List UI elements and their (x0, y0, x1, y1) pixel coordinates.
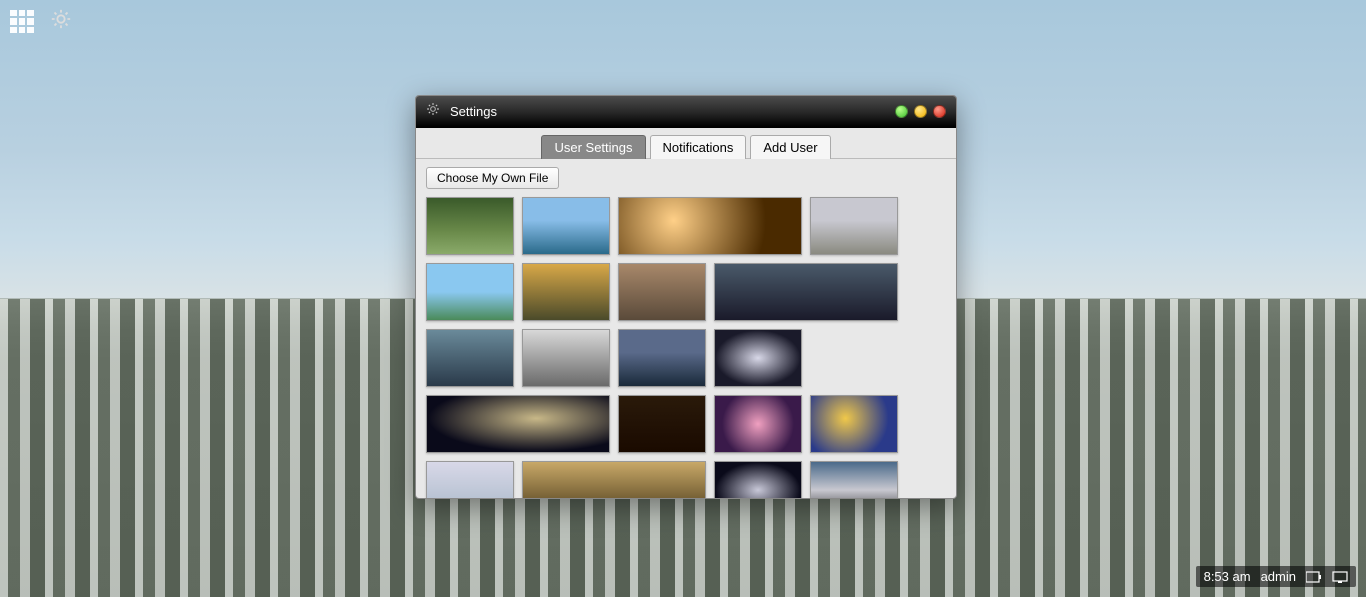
window-titlebar[interactable]: Settings (416, 96, 956, 128)
close-button[interactable] (933, 105, 946, 118)
wallpaper-thumb-rose-window[interactable] (714, 395, 802, 453)
display-icon[interactable] (1332, 571, 1348, 583)
gear-icon[interactable] (50, 8, 72, 35)
gear-icon (426, 102, 440, 121)
window-title: Settings (450, 104, 497, 119)
apps-grid-icon[interactable] (10, 10, 34, 34)
minimize-button[interactable] (895, 105, 908, 118)
battery-icon[interactable] (1306, 571, 1322, 583)
wallpaper-thumb-cathedral-interior[interactable] (618, 395, 706, 453)
tab-add-user[interactable]: Add User (750, 135, 830, 159)
wallpaper-thumb-moonlit-sea[interactable] (618, 329, 706, 387)
desktop-menubar (10, 8, 72, 35)
wallpaper-thumb-star-galaxy[interactable] (714, 461, 802, 498)
tab-user-settings[interactable]: User Settings (541, 135, 645, 159)
settings-window: Settings User Settings Notifications Add… (415, 95, 957, 499)
wallpaper-thumb-astronaut[interactable] (426, 461, 514, 498)
wallpaper-thumb-waterfall-forest[interactable] (426, 197, 514, 255)
wallpaper-thumb-city-skyline[interactable] (714, 263, 898, 321)
tab-notifications[interactable]: Notifications (650, 135, 747, 159)
wallpaper-thumb-misty-hills[interactable] (522, 461, 706, 498)
wallpaper-thumb-fractal-orange[interactable] (810, 395, 898, 453)
wallpaper-grid (426, 197, 950, 498)
wallpaper-thumb-saturn-space[interactable] (618, 197, 802, 255)
wallpaper-thumb-cruise-ship[interactable] (426, 329, 514, 387)
wallpaper-thumb-palace[interactable] (810, 197, 898, 255)
choose-file-button[interactable]: Choose My Own File (426, 167, 559, 189)
window-content: Choose My Own File (416, 159, 956, 498)
taskbar-user[interactable]: admin (1261, 569, 1296, 584)
wallpaper-scroll-area[interactable]: Choose My Own File (416, 159, 956, 498)
wallpaper-thumb-coastline[interactable] (522, 197, 610, 255)
wallpaper-thumb-autumn-trees[interactable] (522, 263, 610, 321)
taskbar: 8:53 am admin (1196, 566, 1356, 587)
wallpaper-thumb-rocky-cliffs[interactable] (618, 263, 706, 321)
wallpaper-thumb-castle-lake[interactable] (426, 263, 514, 321)
taskbar-time: 8:53 am (1204, 569, 1251, 584)
wallpaper-thumb-andromeda-galaxy[interactable] (426, 395, 610, 453)
tab-bar: User Settings Notifications Add User (416, 128, 956, 159)
wallpaper-thumb-white-sports-car[interactable] (810, 461, 898, 498)
wallpaper-thumb-frosty-trees[interactable] (522, 329, 610, 387)
maximize-button[interactable] (914, 105, 927, 118)
window-control-buttons (895, 105, 946, 118)
wallpaper-thumb-spiral-galaxy[interactable] (714, 329, 802, 387)
